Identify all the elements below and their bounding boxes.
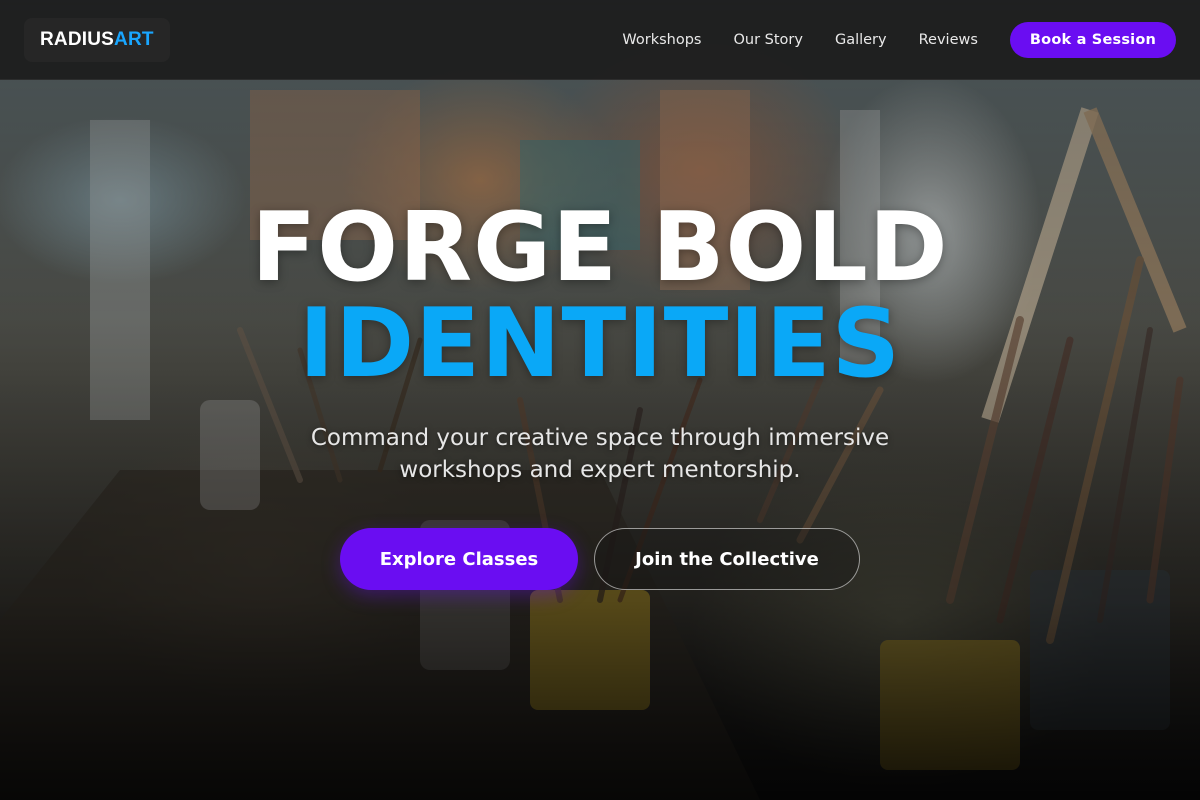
landing-page: RADIUS ART Workshops Our Story Gallery Re… — [0, 0, 1200, 800]
hero-actions: Explore Classes Join the Collective — [0, 528, 1200, 590]
hero-headline: FORGE BOLD IDENTITIES — [0, 200, 1200, 392]
top-navbar: RADIUS ART Workshops Our Story Gallery Re… — [0, 0, 1200, 80]
nav-link-our-story[interactable]: Our Story — [733, 32, 802, 48]
brand-logo[interactable]: RADIUS ART — [24, 17, 170, 62]
nav-menu: Workshops Our Story Gallery Reviews Book… — [622, 21, 1176, 58]
explore-classes-button[interactable]: Explore Classes — [340, 528, 578, 590]
brand-logo-text-accent: ART — [114, 28, 154, 50]
hero-subtitle: Command your creative space through imme… — [310, 425, 890, 483]
book-session-button[interactable]: Book a Session — [1009, 21, 1176, 58]
nav-link-workshops[interactable]: Workshops — [622, 32, 701, 48]
hero-headline-line1: FORGE BOLD — [251, 193, 949, 303]
join-collective-button[interactable]: Join the Collective — [594, 528, 860, 590]
hero-section: FORGE BOLD IDENTITIES Command your creat… — [0, 200, 1200, 590]
nav-link-gallery[interactable]: Gallery — [835, 32, 887, 48]
brand-logo-text-primary: RADIUS — [40, 28, 115, 50]
nav-link-reviews[interactable]: Reviews — [919, 32, 978, 48]
hero-headline-line2: IDENTITIES — [298, 289, 902, 399]
